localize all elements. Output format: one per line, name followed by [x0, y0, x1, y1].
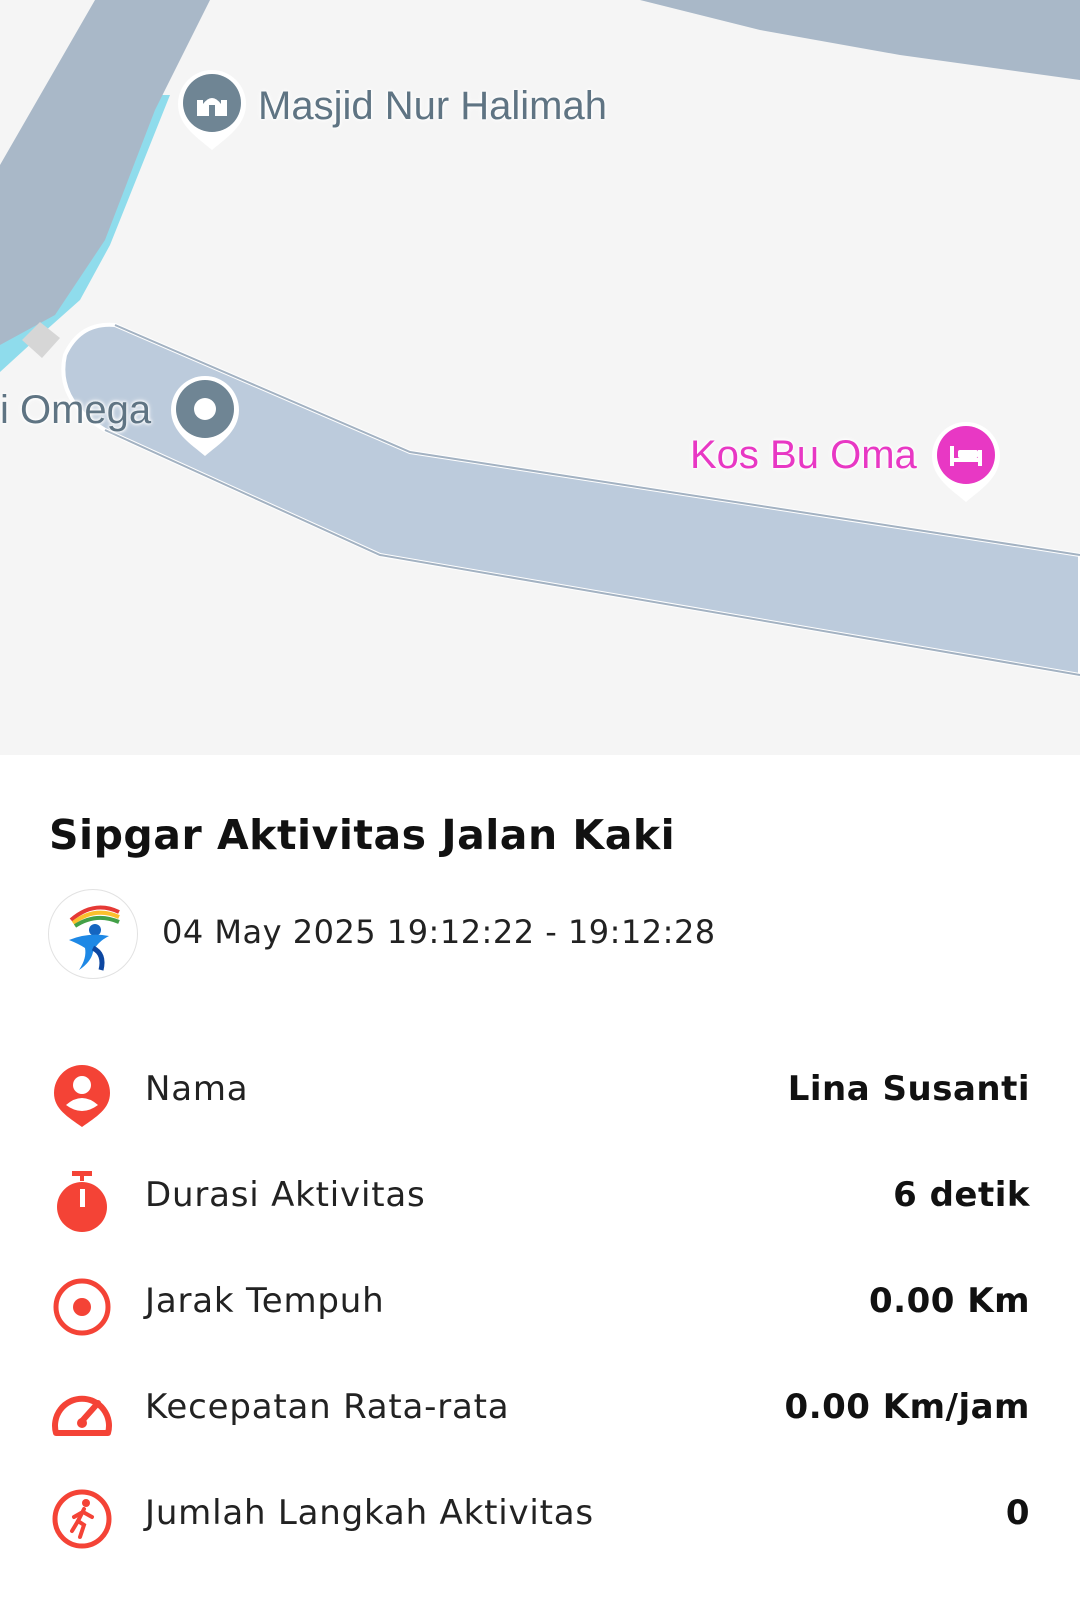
stopwatch-icon [50, 1169, 114, 1233]
stat-value: 6 detik [893, 1175, 1030, 1215]
stat-label: Jumlah Langkah Aktivitas [145, 1493, 594, 1533]
poi-label-omega[interactable]: i Omega [0, 388, 151, 433]
stat-label: Durasi Aktivitas [145, 1175, 426, 1215]
road-top-right [640, 0, 1080, 80]
stat-label: Nama [145, 1069, 249, 1109]
map-view[interactable]: Masjid Nur Halimah i Omega Kos Bu Oma [0, 0, 1080, 755]
activity-title: Sipgar Aktivitas Jalan Kaki [49, 811, 676, 859]
running-person-logo-icon [48, 889, 138, 979]
stat-row-duration: Durasi Aktivitas 6 detik [0, 1159, 1080, 1239]
activity-datetime: 04 May 2025 19:12:22 - 19:12:28 [162, 913, 716, 951]
stat-value: 0.00 Km/jam [784, 1387, 1030, 1427]
poi-label-kos[interactable]: Kos Bu Oma [690, 433, 917, 478]
stat-row-distance: Jarak Tempuh 0.00 Km [0, 1265, 1080, 1345]
stat-label: Kecepatan Rata-rata [145, 1387, 510, 1427]
road-diagonal [0, 0, 210, 345]
stat-row-speed: Kecepatan Rata-rata 0.00 Km/jam [0, 1371, 1080, 1451]
stat-value: Lina Susanti [787, 1069, 1030, 1109]
mosque-pin-icon[interactable] [178, 70, 246, 150]
stat-row-name: Nama Lina Susanti [0, 1053, 1080, 1133]
walking-person-icon [50, 1487, 114, 1551]
target-icon [50, 1275, 114, 1339]
hotel-bed-pin-icon[interactable] [932, 422, 1000, 502]
person-pin-icon [50, 1063, 114, 1127]
stat-label: Jarak Tempuh [145, 1281, 385, 1321]
stat-value: 0 [1005, 1493, 1030, 1533]
stat-row-steps: Jumlah Langkah Aktivitas 0 [0, 1477, 1080, 1557]
poi-label-masjid[interactable]: Masjid Nur Halimah [258, 84, 607, 129]
activity-panel: Sipgar Aktivitas Jalan Kaki 04 May 2025 … [0, 755, 1080, 1601]
speedometer-icon [50, 1381, 114, 1445]
road-main [61, 322, 1080, 678]
stat-value: 0.00 Km [869, 1281, 1030, 1321]
